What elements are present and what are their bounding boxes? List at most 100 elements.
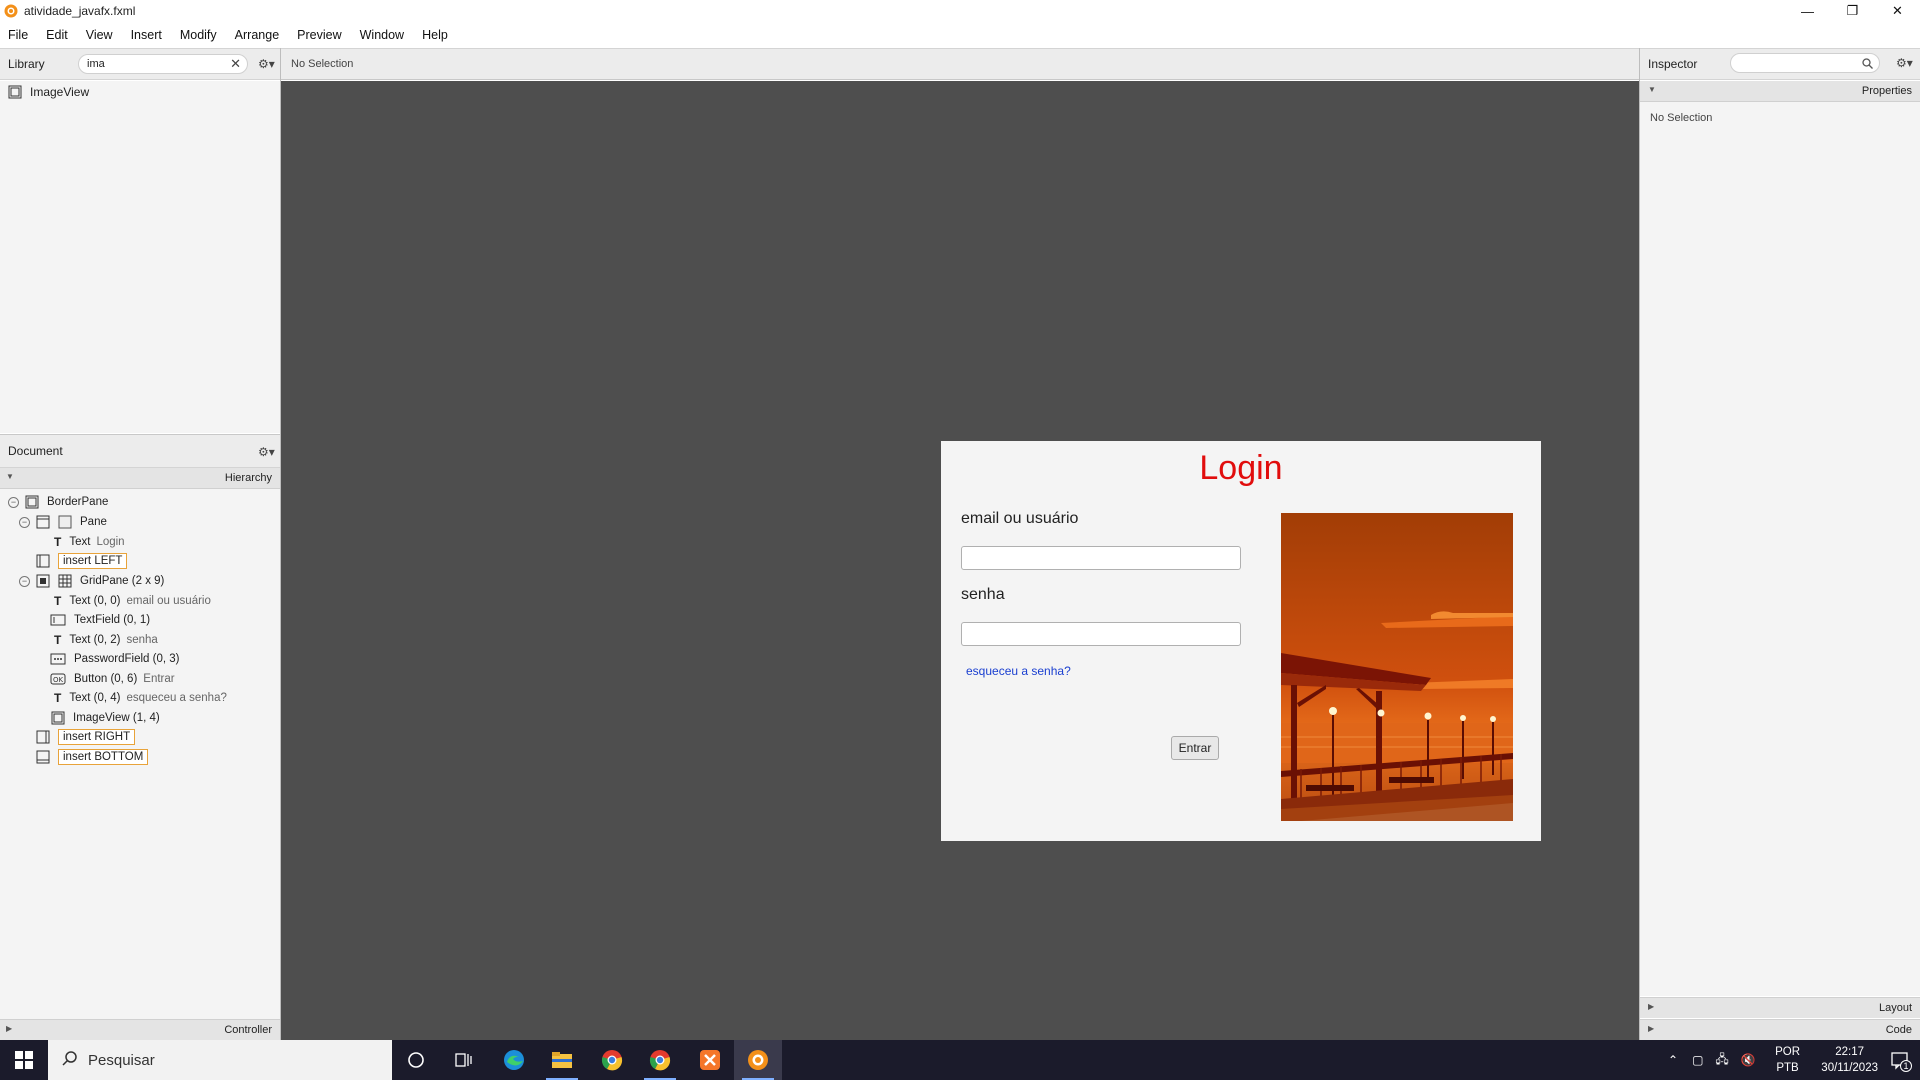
tree-item-label: PasswordField (0, 3) (74, 653, 180, 665)
search-icon (1862, 58, 1873, 69)
properties-bar[interactable]: ▼ Properties (1640, 81, 1920, 102)
sunset-pier-image[interactable] (1281, 513, 1513, 821)
text-icon: T (54, 594, 62, 608)
system-tray: ⌃ ▢ 🖧 🔇 (1668, 1040, 1756, 1080)
tree-item-textfield[interactable]: TextField (0, 1) (50, 610, 150, 630)
tree-item-label: Text (0, 0) (69, 595, 121, 607)
task-view-icon (455, 1053, 472, 1067)
tree-item-label: Text (0, 2) (69, 634, 121, 646)
hierarchy-tree: − BorderPane − Pane T Text Login insert … (0, 489, 280, 1019)
start-button[interactable] (0, 1040, 48, 1080)
borderpane-icon (25, 495, 39, 509)
code-bar[interactable]: ▶ Code (1640, 1019, 1920, 1040)
menu-view[interactable]: View (86, 28, 113, 42)
tree-item-text-login[interactable]: T Text Login (54, 532, 125, 552)
collapse-icon[interactable]: − (8, 496, 19, 508)
email-label[interactable]: email ou usuário (961, 510, 1078, 528)
chrome-icon (649, 1050, 671, 1071)
title-bar: atividade_javafx.fxml — ❐ ✕ (0, 0, 1920, 22)
menu-help[interactable]: Help (422, 28, 448, 42)
imageview-icon (51, 711, 65, 725)
expand-arrow-icon[interactable]: ▶ (1648, 1002, 1654, 1011)
tree-item-insert-right[interactable]: insert RIGHT (36, 727, 136, 747)
library-item-imageview[interactable]: ImageView (8, 85, 89, 99)
tree-item-text-senha[interactable]: T Text (0, 2) senha (54, 630, 158, 650)
password-field[interactable] (961, 622, 1241, 646)
tree-item-insert-left[interactable]: insert LEFT (36, 551, 128, 571)
scene-builder-button[interactable] (734, 1040, 782, 1080)
tree-item-passwordfield[interactable]: PasswordField (0, 3) (50, 649, 179, 669)
canvas-status-text: No Selection (291, 58, 354, 70)
menu-preview[interactable]: Preview (297, 28, 341, 42)
design-canvas[interactable]: Login email ou usuário senha esqueceu a … (281, 81, 1639, 1040)
menu-file[interactable]: File (8, 28, 28, 42)
inspector-panel: No Selection (1640, 102, 1920, 996)
chrome-button[interactable] (588, 1040, 636, 1080)
tree-item-imageview[interactable]: ImageView (1, 4) (51, 708, 160, 728)
expand-arrow-icon[interactable]: ▶ (1648, 1024, 1654, 1033)
inspector-gear-icon[interactable]: ⚙▾ (1896, 56, 1913, 70)
clear-search-icon[interactable]: ✕ (230, 56, 241, 72)
notification-button[interactable]: 1 (1890, 1050, 1912, 1072)
scene-builder-icon (748, 1050, 768, 1070)
library-gear-icon[interactable]: ⚙▾ (258, 57, 275, 71)
menu-window[interactable]: Window (360, 28, 404, 42)
forgot-password-link[interactable]: esqueceu a senha? (966, 664, 1071, 678)
tree-item-gridpane[interactable]: − GridPane (2 x 9) (19, 571, 164, 591)
tree-item-label: ImageView (1, 4) (73, 712, 160, 724)
menu-arrange[interactable]: Arrange (235, 28, 279, 42)
document-gear-icon[interactable]: ⚙▾ (258, 445, 275, 459)
menu-edit[interactable]: Edit (46, 28, 68, 42)
hierarchy-bar[interactable]: ▼ Hierarchy (0, 468, 280, 489)
tree-item-pane[interactable]: − Pane (19, 512, 107, 532)
language-indicator[interactable]: POR PTB (1775, 1044, 1800, 1076)
svg-text:OK: OK (53, 676, 64, 684)
cortana-icon (408, 1052, 424, 1068)
close-button[interactable]: ✕ (1875, 0, 1920, 22)
login-title[interactable]: Login (941, 449, 1541, 488)
keyboard-layout: PTB (1776, 1062, 1799, 1074)
minimize-button[interactable]: — (1785, 0, 1830, 22)
network-icon[interactable]: 🖧 (1715, 1050, 1728, 1071)
chevron-up-icon[interactable]: ⌃ (1668, 1053, 1678, 1067)
collapse-icon[interactable]: − (19, 516, 30, 528)
controller-bar[interactable]: ▶ Controller (0, 1019, 280, 1040)
clock[interactable]: 22:17 30/11/2023 (1821, 1044, 1878, 1076)
imageview-icon (8, 85, 22, 99)
library-search-input[interactable]: ima ✕ (78, 54, 248, 74)
task-view-button[interactable] (440, 1040, 488, 1080)
taskbar-search-input[interactable]: Pesquisar (48, 1040, 392, 1080)
language-code: POR (1775, 1046, 1800, 1058)
layout-bar[interactable]: ▶ Layout (1640, 997, 1920, 1018)
form-preview[interactable]: Login email ou usuário senha esqueceu a … (941, 441, 1541, 841)
xampp-icon (700, 1050, 720, 1070)
tree-item-button[interactable]: OK Button (0, 6) Entrar (50, 669, 175, 689)
chrome-profile-button[interactable] (636, 1040, 684, 1080)
textfield-icon (50, 614, 66, 626)
bottom-region-icon (36, 750, 50, 764)
expand-arrow-icon[interactable]: ▶ (6, 1024, 12, 1033)
device-icon[interactable]: ▢ (1692, 1053, 1703, 1067)
collapse-icon[interactable]: − (19, 575, 30, 587)
collapse-arrow-icon[interactable]: ▼ (6, 472, 14, 481)
xampp-button[interactable] (686, 1040, 734, 1080)
menu-modify[interactable]: Modify (180, 28, 217, 42)
file-explorer-button[interactable] (538, 1040, 586, 1080)
tree-item-text-forgot[interactable]: T Text (0, 4) esqueceu a senha? (54, 688, 227, 708)
cortana-button[interactable] (392, 1040, 440, 1080)
email-field[interactable] (961, 546, 1241, 570)
menu-insert[interactable]: Insert (131, 28, 162, 42)
restore-button[interactable]: ❐ (1830, 0, 1875, 22)
tree-item-label: GridPane (2 x 9) (80, 575, 165, 587)
volume-mute-icon[interactable]: 🔇 (1741, 1053, 1756, 1067)
tree-item-borderpane[interactable]: − BorderPane (8, 492, 108, 512)
taskbar: Pesquisar ⌃ ▢ 🖧 🔇 POR PTB 22:17 30/11/20… (0, 1040, 1920, 1080)
tree-item-text-email[interactable]: T Text (0, 0) email ou usuário (54, 591, 211, 611)
login-button[interactable]: Entrar (1171, 736, 1219, 760)
inspector-search-input[interactable] (1730, 53, 1880, 73)
password-label[interactable]: senha (961, 586, 1005, 604)
canvas-status-bar: No Selection (281, 48, 1639, 80)
edge-button[interactable] (490, 1040, 538, 1080)
collapse-arrow-icon[interactable]: ▼ (1648, 85, 1656, 94)
tree-item-insert-bottom[interactable]: insert BOTTOM (36, 747, 149, 767)
